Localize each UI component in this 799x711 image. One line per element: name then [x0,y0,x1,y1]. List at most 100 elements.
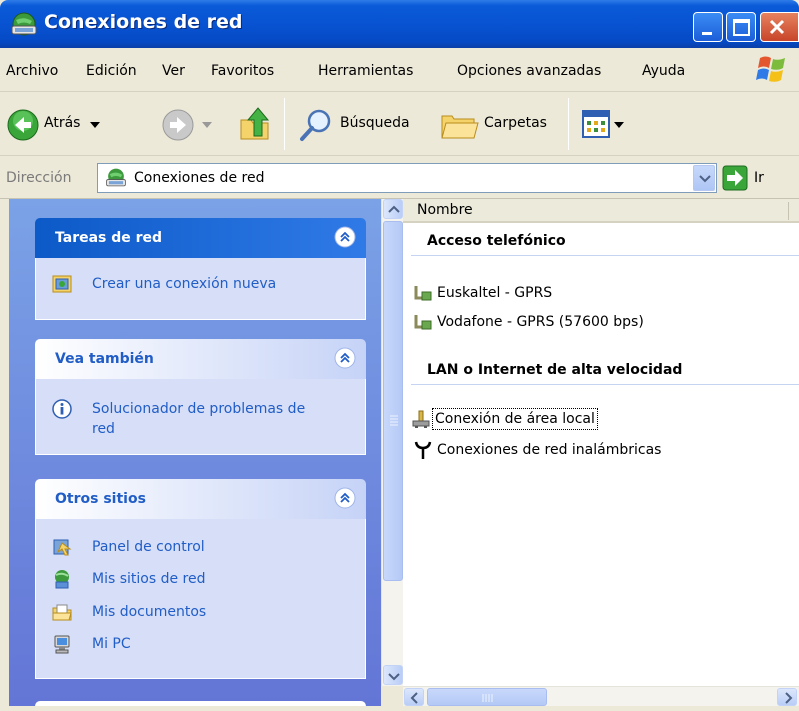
network-connections-icon [106,168,126,187]
collapse-chevron-icon[interactable] [334,347,356,369]
task-pane: Tareas de red Crear una conexión nueva V… [9,199,381,706]
toolbar-separator [284,98,285,150]
horizontal-scroll-thumb[interactable] [427,688,547,706]
toolbar: Atrás Búsqueda Carpetas [0,92,799,156]
back-dropdown-icon[interactable] [90,122,100,130]
minimize-button[interactable] [693,12,723,42]
address-value: Conexiones de red [134,170,265,186]
maximize-button[interactable] [726,12,756,42]
toolbar-separator [568,98,569,150]
menu-archivo[interactable]: Archivo [6,63,58,79]
chevron-up-icon [388,205,400,213]
chevron-down-icon [388,673,400,681]
scroll-thumb[interactable] [383,221,403,581]
horizontal-scrollbar[interactable] [403,686,799,706]
group-divider [411,384,799,385]
panel-title: Otros sitios [55,491,146,507]
menu-favoritos[interactable]: Favoritos [211,63,274,79]
grip-icon [482,694,493,702]
task-label-continued: red [92,421,115,437]
chevron-left-icon [410,692,418,704]
menu-ver[interactable]: Ver [162,63,185,79]
my-computer-icon [54,635,70,654]
connection-label: Vodafone - GPRS (57600 bps) [437,314,644,330]
views-dropdown-icon[interactable] [614,122,624,130]
search-button-label[interactable]: Búsqueda [340,115,410,131]
search-icon[interactable] [298,108,334,142]
chevron-right-icon [785,692,793,704]
column-divider [788,202,789,220]
chevron-down-icon [699,175,711,183]
folders-icon[interactable] [440,108,480,140]
panel-header[interactable]: Otros sitios [35,479,366,519]
back-button-label[interactable]: Atrás [44,115,80,131]
task-label: Solucionador de problemas de [92,401,306,417]
panel-title: Vea también [55,351,154,367]
menu-opciones-avanzadas[interactable]: Opciones avanzadas [457,63,601,79]
scroll-down-button[interactable] [383,665,403,685]
collapse-chevron-icon[interactable] [334,226,356,248]
panel-body: Crear una conexión nueva [35,258,366,320]
task-label: Panel de control [92,539,205,555]
task-label: Mis documentos [92,604,207,620]
close-button[interactable] [760,12,799,42]
panel-header[interactable]: Tareas de red [35,218,366,258]
group-title-dialup: Acceso telefónico [427,233,566,249]
address-label: Dirección [6,170,72,186]
connection-label: Conexiones de red inalámbricas [437,442,662,458]
menu-herramientas[interactable]: Herramientas [318,63,413,79]
network-places-icon [55,570,69,589]
panel-see-also: Vea también Solucionador de problemas de… [35,339,366,455]
forward-arrow-icon[interactable] [162,109,194,141]
close-icon [769,19,785,35]
up-folder-icon[interactable] [238,106,272,142]
task-label: Mi PC [92,636,131,652]
title-bar[interactable]: Conexiones de red [0,0,799,48]
grip-icon [390,415,398,426]
scroll-up-button[interactable] [383,199,403,219]
control-panel-icon [53,539,72,556]
menu-edicion[interactable]: Edición [86,63,137,79]
folders-button-label[interactable]: Carpetas [484,115,547,131]
scroll-left-button[interactable] [404,688,424,706]
task-label: Mis sitios de red [92,571,206,587]
content-pane: Nombre Acceso telefónico Euskaltel - GPR… [403,199,799,686]
column-header-label: Nombre [417,202,473,218]
task-label: Crear una conexión nueva [92,276,277,292]
panel-network-tasks: Tareas de red Crear una conexión nueva [35,218,366,320]
panel-other-places: Otros sitios Panel de control Mis sitios… [35,479,366,679]
menu-ayuda[interactable]: Ayuda [642,63,685,79]
windows-logo-icon [756,56,785,82]
group-title-lan: LAN o Internet de alta velocidad [427,362,683,378]
go-button-label[interactable]: Ir [754,170,764,186]
network-connections-icon [11,12,37,36]
group-divider [411,255,799,256]
scroll-right-button[interactable] [777,688,797,706]
next-panel-edge [35,701,366,706]
address-input[interactable]: Conexiones de red [97,163,717,193]
back-arrow-icon[interactable] [7,109,39,141]
panel-body: Panel de control Mis sitios de red Mis d… [35,519,366,679]
wireless-connection-icon [414,441,432,459]
go-arrow-icon[interactable] [722,165,748,191]
views-icon[interactable] [582,110,610,138]
scroll-corner [381,686,403,706]
my-documents-icon [52,604,72,621]
info-icon [52,399,72,419]
connection-label: Conexión de área local [432,408,598,430]
lan-connection-icon [412,410,430,428]
window-title: Conexiones de red [44,11,243,33]
connection-label: Euskaltel - GPRS [437,285,553,301]
forward-dropdown-icon[interactable] [202,122,212,130]
panel-body: Solucionador de problemas de red [35,379,366,455]
column-header-name[interactable]: Nombre [403,199,799,223]
dialup-connection-icon [414,286,432,301]
panel-title: Tareas de red [55,230,163,246]
new-connection-icon [52,275,72,293]
panel-header[interactable]: Vea también [35,339,366,379]
address-dropdown-button[interactable] [693,165,715,191]
address-bar: Dirección Conexiones de red Ir [0,157,799,199]
collapse-chevron-icon[interactable] [334,487,356,509]
vertical-scrollbar[interactable] [381,199,403,686]
dialup-connection-icon [414,315,432,330]
